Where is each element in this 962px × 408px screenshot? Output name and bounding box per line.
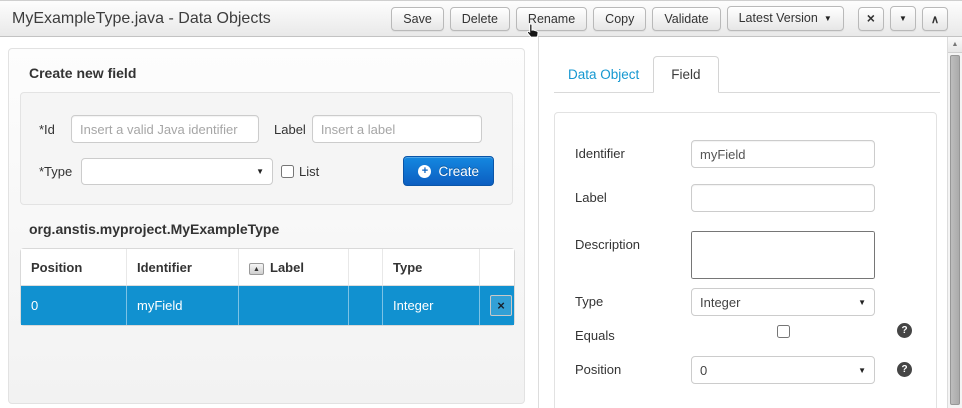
validate-button[interactable]: Validate — [652, 7, 720, 31]
close-panel-button[interactable]: × — [858, 7, 884, 31]
equals-help-icon[interactable]: ? — [897, 323, 912, 338]
table-header-row: Position Identifier ▲ Label Type — [21, 249, 514, 286]
editor-content: Create new field *Id Label *Type ▼ List … — [0, 37, 947, 408]
version-dropdown-button[interactable]: Latest Version ▼ — [727, 6, 844, 31]
equals-label: Equals — [575, 322, 691, 343]
title-bar: MyExampleType.java - Data Objects Save D… — [0, 0, 962, 37]
label-input[interactable] — [312, 115, 482, 143]
field-label-label: Label — [575, 184, 691, 205]
id-label: *Id — [39, 122, 71, 137]
tab-field[interactable]: Field — [653, 56, 718, 93]
delete-button[interactable]: Delete — [450, 7, 510, 31]
rename-button[interactable]: Rename — [516, 7, 587, 31]
equals-checkbox[interactable] — [777, 325, 790, 338]
sort-ascending-icon: ▲ — [249, 263, 264, 275]
delete-row-button[interactable]: × — [490, 295, 512, 316]
create-button[interactable]: + Create — [403, 156, 494, 186]
copy-button[interactable]: Copy — [593, 7, 646, 31]
description-label: Description — [575, 231, 691, 252]
caret-down-icon: ▼ — [858, 298, 866, 307]
position-label: Position — [575, 356, 691, 377]
cell-spacer — [349, 286, 383, 325]
field-type-select-value: Integer — [700, 295, 740, 310]
data-object-editor-panel: Create new field *Id Label *Type ▼ List … — [8, 48, 525, 404]
panel-menu-button[interactable]: ▼ — [890, 6, 916, 31]
field-type-label: Type — [575, 288, 691, 309]
create-field-form: *Id Label *Type ▼ List + Create — [20, 92, 513, 205]
type-label: *Type — [39, 164, 81, 179]
close-icon: × — [867, 10, 875, 26]
list-checkbox[interactable] — [281, 165, 294, 178]
column-header-label-text: Label — [270, 260, 304, 275]
scroll-up-button[interactable]: ▲ — [948, 37, 962, 53]
caret-down-icon: ▼ — [858, 366, 866, 375]
column-header-label[interactable]: ▲ Label — [239, 249, 349, 286]
id-input[interactable] — [71, 115, 259, 143]
tab-data-object[interactable]: Data Object — [554, 57, 653, 92]
field-type-select[interactable]: Integer ▼ — [691, 288, 875, 316]
identifier-input[interactable] — [691, 140, 875, 168]
type-select[interactable]: ▼ — [81, 158, 273, 185]
caret-down-icon: ▼ — [899, 12, 907, 26]
table-row[interactable]: 0 myField Integer × — [21, 286, 514, 325]
data-object-fqn-heading: org.anstis.myproject.MyExampleType — [29, 221, 513, 237]
vertical-scrollbar: ▲ — [947, 37, 962, 408]
position-help-icon[interactable]: ? — [897, 362, 912, 377]
plus-circle-icon: + — [418, 165, 431, 178]
list-label: List — [299, 164, 319, 179]
column-header-type[interactable]: Type — [383, 249, 480, 286]
position-select-value: 0 — [700, 363, 707, 378]
chevron-up-icon: ∧ — [931, 14, 939, 26]
save-button[interactable]: Save — [391, 7, 444, 31]
column-header-actions — [480, 249, 514, 286]
cell-actions: × — [480, 286, 514, 325]
page-title: MyExampleType.java - Data Objects — [12, 10, 271, 28]
position-select[interactable]: 0 ▼ — [691, 356, 875, 384]
cell-position: 0 — [21, 286, 127, 325]
maximize-panel-button[interactable]: ∧ — [922, 7, 948, 31]
cell-label — [239, 286, 349, 325]
scrollbar-thumb[interactable] — [950, 55, 960, 405]
column-header-spacer — [349, 249, 383, 286]
fields-table: Position Identifier ▲ Label Type 0 myFiel… — [20, 248, 515, 326]
label-label: Label — [274, 122, 306, 137]
column-header-position[interactable]: Position — [21, 249, 127, 286]
field-label-input[interactable] — [691, 184, 875, 212]
caret-down-icon: ▼ — [256, 167, 264, 176]
identifier-label: Identifier — [575, 140, 691, 161]
properties-tabs: Data Object Field — [554, 55, 940, 93]
description-textarea[interactable] — [691, 231, 875, 279]
toolbar: Save Delete Rename Copy Validate Latest … — [391, 6, 948, 31]
column-header-identifier[interactable]: Identifier — [127, 249, 239, 286]
version-dropdown-label: Latest Version — [739, 11, 818, 25]
cell-type: Integer — [383, 286, 480, 325]
cell-identifier: myField — [127, 286, 239, 325]
caret-down-icon: ▼ — [824, 12, 832, 26]
create-field-heading: Create new field — [29, 65, 513, 81]
create-button-label: Create — [438, 164, 479, 179]
properties-panel: Data Object Field Identifier Label Descr… — [538, 37, 947, 408]
field-properties-form: Identifier Label Description Type Intege… — [554, 112, 937, 408]
